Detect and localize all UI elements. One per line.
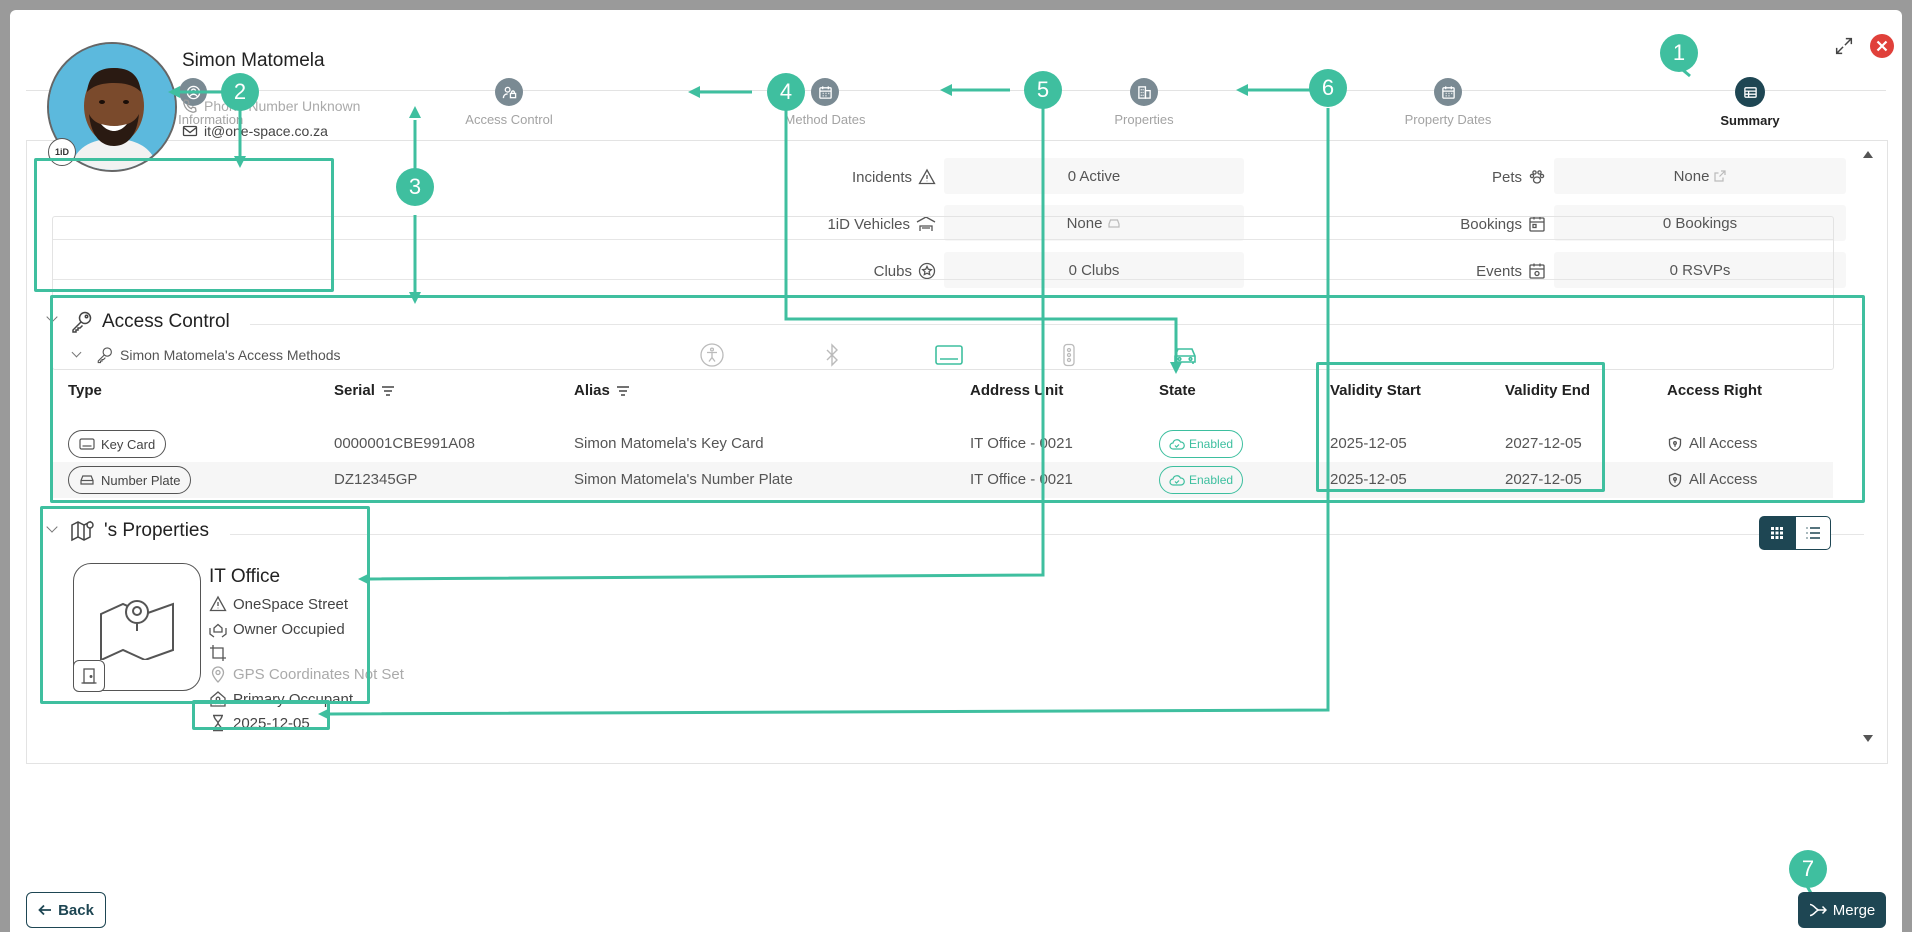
back-label: Back [58, 901, 94, 919]
annotation-number-4: 4 [767, 73, 805, 111]
arrowheads [168, 84, 1248, 720]
annotation-number-7: 7 [1789, 850, 1827, 888]
merge-label: Merge [1832, 901, 1876, 919]
merge-icon [1809, 903, 1827, 917]
merge-dialog: Basic Information Access Control Method … [10, 10, 1902, 932]
annotation-number-2: 2 [221, 73, 259, 111]
annotation-number-5: 5 [1024, 71, 1062, 109]
annotation-number-3: 3 [396, 168, 434, 206]
annotation-number-6: 6 [1309, 69, 1347, 107]
annotation-number-1: 1 [1660, 34, 1698, 72]
merge-button[interactable]: Merge [1798, 892, 1886, 928]
back-button[interactable]: Back [26, 892, 106, 928]
arrow-left-icon [38, 904, 52, 916]
